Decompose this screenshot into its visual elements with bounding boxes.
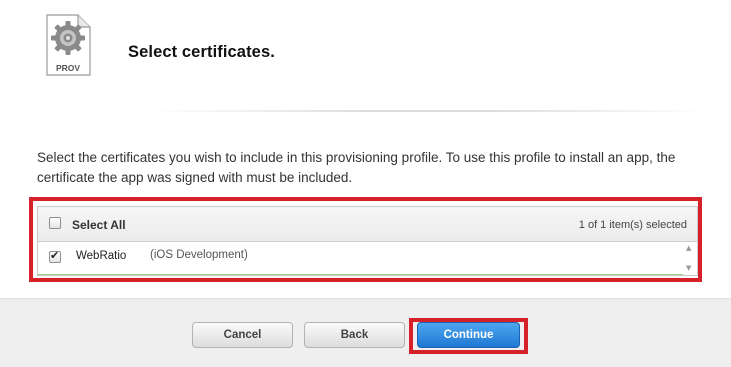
header-divider <box>150 110 710 112</box>
select-all-label[interactable]: Select All <box>72 218 126 232</box>
certificate-type: (iOS Development) <box>150 249 248 261</box>
scroll-up-arrow-icon[interactable]: ▲ <box>686 244 691 252</box>
instructions-text: Select the certificates you wish to incl… <box>37 150 676 185</box>
certificate-list-header: Select All 1 of 1 item(s) selected <box>38 207 697 242</box>
certificate-list: Select All 1 of 1 item(s) selected WebRa… <box>37 206 698 276</box>
page-header: PROV Select certificates. <box>0 0 731 110</box>
page-title: Select certificates. <box>128 43 275 61</box>
scroll-down-arrow-icon[interactable]: ▼ <box>686 264 691 272</box>
cancel-button[interactable]: Cancel <box>192 322 293 348</box>
certificate-checkbox[interactable] <box>49 249 61 263</box>
back-button[interactable]: Back <box>304 322 405 348</box>
select-all-checkbox[interactable] <box>49 217 61 229</box>
provisioning-profile-icon: PROV <box>46 14 91 76</box>
certificate-row[interactable]: WebRatio (iOS Development) <box>38 242 683 275</box>
footer-bar: Cancel Back Continue <box>0 298 731 367</box>
provisioning-profile-label: PROV <box>56 63 80 73</box>
certificate-list-scrollbar[interactable]: ▲ ▼ <box>683 242 697 275</box>
selected-count: 1 of 1 item(s) selected <box>578 219 687 231</box>
certificate-name: WebRatio <box>76 250 127 262</box>
continue-button-highlight <box>409 318 528 354</box>
